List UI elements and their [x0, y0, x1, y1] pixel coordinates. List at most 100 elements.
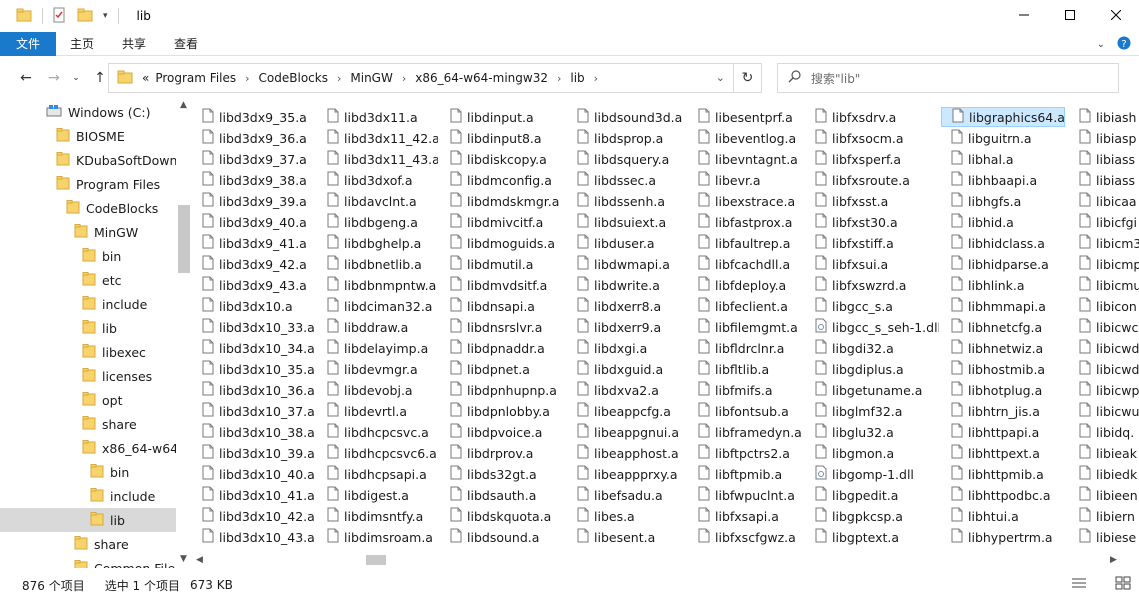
file-item[interactable]: libdnsapi.a: [440, 296, 565, 316]
file-item[interactable]: libefsadu.a: [567, 485, 686, 505]
file-item[interactable]: libd3dx10_39.a: [192, 443, 315, 463]
file-item[interactable]: libdhcpcsvc6.a: [317, 443, 438, 463]
tree-item[interactable]: bin: [0, 460, 176, 484]
scroll-down-icon[interactable]: ▼: [180, 554, 187, 564]
file-item[interactable]: libfxsdrv.a: [805, 107, 939, 127]
scroll-up-icon[interactable]: ▲: [180, 100, 187, 110]
file-item[interactable]: libfxsroute.a: [805, 170, 939, 190]
file-item[interactable]: libhttpapi.a: [941, 422, 1065, 442]
file-item[interactable]: libfxsst.a: [805, 191, 939, 211]
file-item[interactable]: libd3dx9_38.a: [192, 170, 315, 190]
file-item[interactable]: libd3dx9_42.a: [192, 254, 315, 274]
file-item[interactable]: libddraw.a: [317, 317, 438, 337]
breadcrumb-program-files[interactable]: Program Files: [155, 71, 236, 85]
file-item[interactable]: libdsauth.a: [440, 485, 565, 505]
file-list-h-scrollbar[interactable]: ◀ ▶: [192, 552, 1139, 568]
file-list-v-scrollbar[interactable]: [1123, 98, 1139, 548]
file-item[interactable]: libfxsocm.a: [805, 128, 939, 148]
breadcrumb-overflow[interactable]: «: [142, 71, 149, 85]
file-item[interactable]: libdpnhupnp.a: [440, 380, 565, 400]
file-item[interactable]: libgmon.a: [805, 443, 939, 463]
file-item[interactable]: libevntagnt.a: [688, 149, 803, 169]
file-item[interactable]: libhttpmib.a: [941, 464, 1065, 484]
tree-item[interactable]: licenses: [0, 364, 176, 388]
file-item[interactable]: libduser.a: [567, 233, 686, 253]
scroll-right-icon[interactable]: ▶: [1110, 555, 1117, 565]
file-item[interactable]: libes.a: [567, 506, 686, 526]
file-item[interactable]: libfxswzrd.a: [805, 275, 939, 295]
breadcrumb-codeblocks[interactable]: CodeBlocks: [259, 71, 328, 85]
file-item[interactable]: libdhcpcsvc.a: [317, 422, 438, 442]
file-item[interactable]: libgdi32.a: [805, 338, 939, 358]
file-item[interactable]: libdsound.a: [440, 527, 565, 547]
file-item[interactable]: libhidclass.a: [941, 233, 1065, 253]
file-item[interactable]: libhbaapi.a: [941, 170, 1065, 190]
file-item[interactable]: libeappprxy.a: [567, 464, 686, 484]
file-item[interactable]: libd3dx11_42.a: [317, 128, 438, 148]
file-item[interactable]: libdevobj.a: [317, 380, 438, 400]
file-item[interactable]: libfdeploy.a: [688, 275, 803, 295]
file-item[interactable]: libd3dx10.a: [192, 296, 315, 316]
file-item[interactable]: libgdiplus.a: [805, 359, 939, 379]
file-item[interactable]: libdiskcopy.a: [440, 149, 565, 169]
file-item[interactable]: libhostmib.a: [941, 359, 1065, 379]
file-item[interactable]: libhttpext.a: [941, 443, 1065, 463]
file-item[interactable]: libd3dx10_35.a: [192, 359, 315, 379]
file-item[interactable]: libdinput8.a: [440, 128, 565, 148]
file-item[interactable]: libgomp-1.dll: [805, 464, 939, 484]
tree-item[interactable]: bin: [0, 244, 176, 268]
chevron-right-icon[interactable]: ›: [402, 72, 406, 85]
file-item[interactable]: libd3dx9_39.a: [192, 191, 315, 211]
file-item[interactable]: libdsound3d.a: [567, 107, 686, 127]
file-item[interactable]: libd3dx10_34.a: [192, 338, 315, 358]
tab-home[interactable]: 主页: [56, 32, 108, 56]
forward-button[interactable]: →: [42, 66, 66, 90]
file-item[interactable]: libdciman32.a: [317, 296, 438, 316]
file-item[interactable]: libdimsroam.a: [317, 527, 438, 547]
breadcrumb-mingw[interactable]: MinGW: [350, 71, 392, 85]
file-item[interactable]: libdbghelp.a: [317, 233, 438, 253]
file-item[interactable]: libdxerr8.a: [567, 296, 686, 316]
file-item[interactable]: libgraphics64.a: [941, 107, 1065, 127]
file-item[interactable]: libfontsub.a: [688, 401, 803, 421]
file-item[interactable]: libdigest.a: [317, 485, 438, 505]
file-item[interactable]: libdrprov.a: [440, 443, 565, 463]
properties-icon[interactable]: [51, 7, 67, 26]
file-item[interactable]: libhal.a: [941, 149, 1065, 169]
file-item[interactable]: libd3dx10_41.a: [192, 485, 315, 505]
tree-item[interactable]: etc: [0, 268, 176, 292]
chevron-right-icon[interactable]: ›: [245, 72, 249, 85]
file-item[interactable]: libfxscfgwz.a: [688, 527, 803, 547]
customize-toolbar-icon[interactable]: ▾: [103, 11, 108, 21]
tree-item[interactable]: CodeBlocks: [0, 196, 176, 220]
file-item[interactable]: libdmdskmgr.a: [440, 191, 565, 211]
file-item[interactable]: libgptext.a: [805, 527, 939, 547]
file-item[interactable]: libdhcpsapi.a: [317, 464, 438, 484]
file-item[interactable]: libhotplug.a: [941, 380, 1065, 400]
breadcrumb-lib[interactable]: lib: [570, 71, 584, 85]
file-item[interactable]: libframedyn.a: [688, 422, 803, 442]
file-item[interactable]: libfxstiff.a: [805, 233, 939, 253]
file-item[interactable]: libdwmapi.a: [567, 254, 686, 274]
file-item[interactable]: libfxsui.a: [805, 254, 939, 274]
file-item[interactable]: libhlink.a: [941, 275, 1065, 295]
tab-share[interactable]: 共享: [108, 32, 160, 56]
file-item[interactable]: libhypertrm.a: [941, 527, 1065, 547]
file-item[interactable]: libeappgnui.a: [567, 422, 686, 442]
file-item[interactable]: libds32gt.a: [440, 464, 565, 484]
breadcrumb-x86[interactable]: x86_64-w64-mingw32: [415, 71, 548, 85]
file-item[interactable]: libftpmib.a: [688, 464, 803, 484]
tab-file[interactable]: 文件: [0, 31, 56, 56]
chevron-right-icon[interactable]: ›: [594, 72, 598, 85]
file-item[interactable]: libeappcfg.a: [567, 401, 686, 421]
file-item[interactable]: libfxsperf.a: [805, 149, 939, 169]
tree-item[interactable]: lib: [0, 316, 176, 340]
close-button[interactable]: [1093, 0, 1139, 30]
file-item[interactable]: libd3dx9_40.a: [192, 212, 315, 232]
file-item[interactable]: libdpnlobby.a: [440, 401, 565, 421]
file-item[interactable]: libfxst30.a: [805, 212, 939, 232]
file-item[interactable]: libdxerr9.a: [567, 317, 686, 337]
chevron-right-icon[interactable]: ›: [337, 72, 341, 85]
file-item[interactable]: libd3dx10_37.a: [192, 401, 315, 421]
file-item[interactable]: libfmifs.a: [688, 380, 803, 400]
